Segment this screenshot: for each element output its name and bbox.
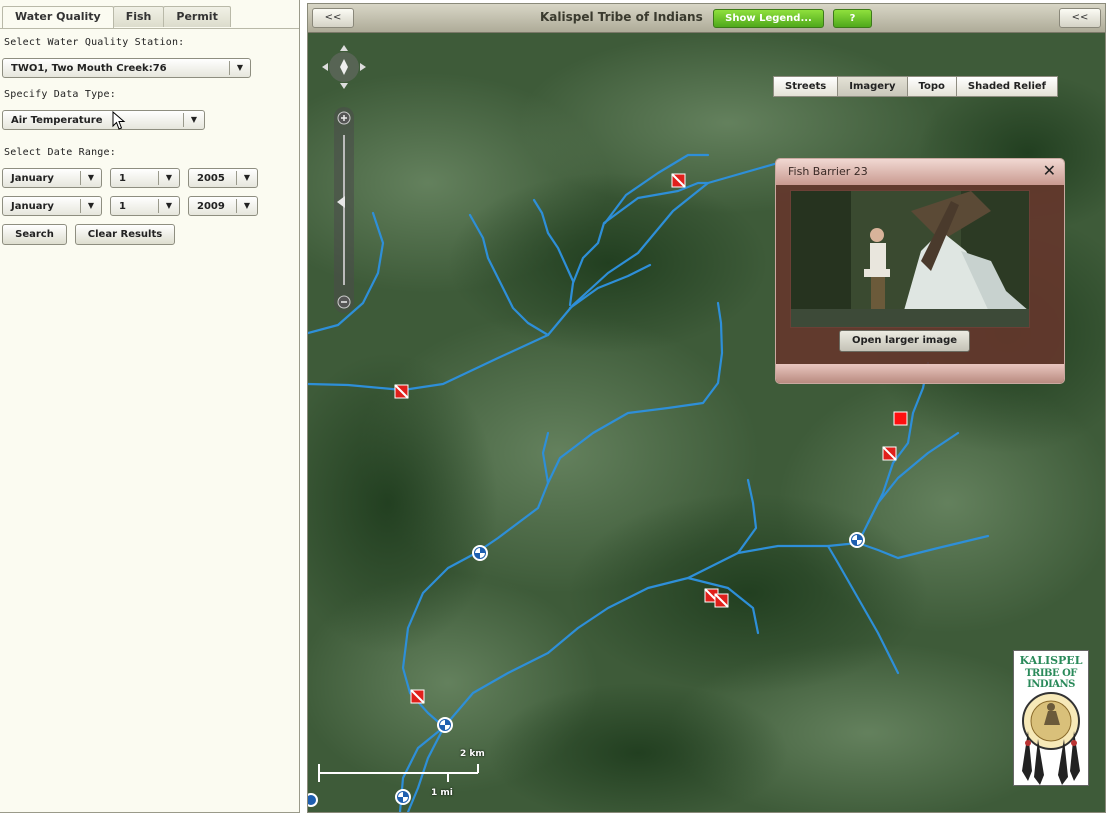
close-icon[interactable]: ✕ <box>1043 161 1056 180</box>
end-month-value: January <box>11 201 54 212</box>
tab-fish[interactable]: Fish <box>112 6 165 27</box>
logo-seal-icon <box>1022 692 1080 785</box>
chevron-down-icon: ▼ <box>80 199 101 213</box>
end-year-select[interactable]: 2009 ▼ <box>188 196 258 216</box>
barrier-photo[interactable] <box>790 190 1030 328</box>
data-type-select[interactable]: Air Temperature ▼ <box>2 110 205 130</box>
barrier-photo-image <box>791 191 1029 327</box>
start-month-select[interactable]: January ▼ <box>2 168 102 188</box>
end-day-value: 1 <box>119 201 126 212</box>
end-month-select[interactable]: January ▼ <box>2 196 102 216</box>
start-year-select[interactable]: 2005 ▼ <box>188 168 258 188</box>
map-panel: << Kalispel Tribe of Indians Show Legend… <box>307 3 1106 813</box>
show-legend-button[interactable]: Show Legend... <box>713 9 824 28</box>
chevron-down-icon: ▼ <box>236 171 257 185</box>
station-label: Select Water Quality Station: <box>4 37 185 48</box>
collapse-left-button[interactable]: << <box>312 8 354 28</box>
pan-control[interactable] <box>318 41 370 93</box>
scale-bar <box>318 764 479 782</box>
chevron-down-icon: ▼ <box>236 199 257 213</box>
query-panel: Water Quality Fish Permit Select Water Q… <box>0 0 300 813</box>
scale-mi-label: 1 mi <box>431 788 453 798</box>
data-type-value: Air Temperature <box>11 115 103 126</box>
zoom-slider[interactable] <box>332 105 356 315</box>
tab-permit[interactable]: Permit <box>163 6 231 27</box>
kalispel-logo: KALISPEL TRIBE OF INDIANS <box>1013 650 1089 786</box>
logo-line-1: KALISPEL <box>1019 654 1083 667</box>
end-day-select[interactable]: 1 ▼ <box>110 196 180 216</box>
pan-left-icon <box>322 63 328 71</box>
basemap-streets-button[interactable]: Streets <box>773 76 839 97</box>
start-month-value: January <box>11 173 54 184</box>
start-year-value: 2005 <box>197 173 225 184</box>
scale-km-label: 2 km <box>460 749 485 759</box>
data-type-label: Specify Data Type: <box>4 89 116 100</box>
app-title: Kalispel Tribe of Indians <box>540 10 703 24</box>
tab-divider <box>0 28 299 29</box>
basemap-topo-button[interactable]: Topo <box>906 76 957 97</box>
basemap-switcher: Streets Imagery Topo Shaded Relief <box>773 76 1059 97</box>
station-select[interactable]: TWO1, Two Mouth Creek:76 ▼ <box>2 58 251 78</box>
collapse-right-button[interactable]: << <box>1059 8 1101 28</box>
pan-down-icon <box>340 83 348 89</box>
mouse-cursor-icon <box>112 111 126 130</box>
popup-header: Fish Barrier 23 ✕ <box>776 159 1064 185</box>
tab-water-quality[interactable]: Water Quality <box>2 6 114 28</box>
help-button[interactable]: ? <box>833 9 872 28</box>
basemap-shaded-relief-button[interactable]: Shaded Relief <box>955 76 1059 97</box>
pan-up-icon <box>340 45 348 51</box>
search-button[interactable]: Search <box>2 224 67 245</box>
end-year-value: 2009 <box>197 201 225 212</box>
fish-barrier-popup: Fish Barrier 23 ✕ Open larger image <box>775 158 1065 384</box>
date-range-label: Select Date Range: <box>4 147 116 158</box>
popup-title: Fish Barrier 23 <box>788 165 868 178</box>
basemap-imagery-button[interactable]: Imagery <box>837 76 908 97</box>
station-markers[interactable] <box>308 33 1105 812</box>
start-day-value: 1 <box>119 173 126 184</box>
pan-right-icon <box>360 63 366 71</box>
chevron-down-icon: ▼ <box>183 113 204 127</box>
start-day-select[interactable]: 1 ▼ <box>110 168 180 188</box>
map-titlebar: << Kalispel Tribe of Indians Show Legend… <box>308 4 1105 33</box>
chevron-down-icon: ▼ <box>80 171 101 185</box>
chevron-down-icon: ▼ <box>158 199 179 213</box>
chevron-down-icon: ▼ <box>229 61 250 75</box>
chevron-down-icon: ▼ <box>158 171 179 185</box>
popup-footer <box>776 364 1064 383</box>
station-value: TWO1, Two Mouth Creek:76 <box>11 63 167 74</box>
map-canvas[interactable]: Streets Imagery Topo Shaded Relief Fish … <box>308 33 1105 812</box>
clear-results-button[interactable]: Clear Results <box>75 224 175 245</box>
open-larger-image-button[interactable]: Open larger image <box>839 330 970 352</box>
query-tabs: Water Quality Fish Permit <box>2 6 231 28</box>
